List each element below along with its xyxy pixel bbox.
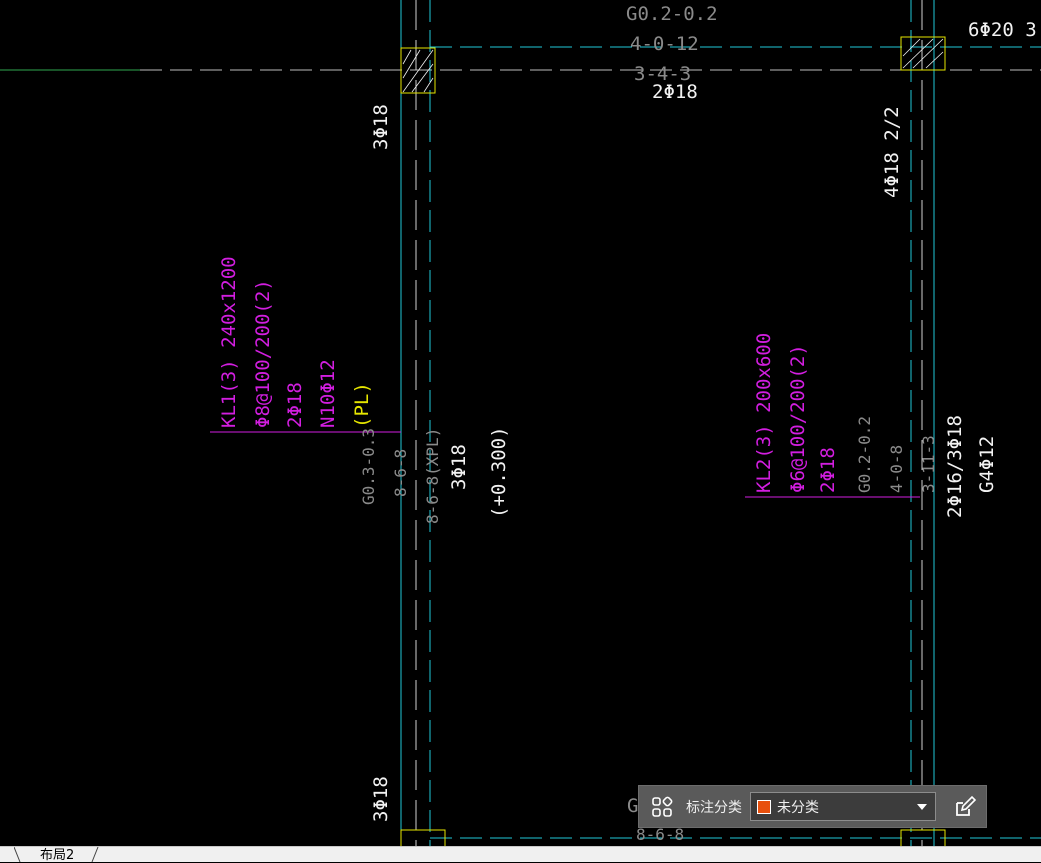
tab-layout2[interactable]: 布局2 — [14, 847, 100, 863]
label-left-3phi18-bottom[interactable]: 3Φ18 — [370, 776, 392, 822]
grid-icon[interactable] — [644, 789, 680, 825]
label-kl1-line1[interactable]: KL1(3) 240x1200 — [218, 256, 240, 428]
column-top-right[interactable] — [900, 36, 946, 71]
label-kl2-3113[interactable]: 3-11-3 — [919, 435, 938, 493]
drawing-canvas[interactable]: G0.2-0.2 4-0-12 3-4-3 2Φ18 6Φ20 3 G 8-6-… — [0, 0, 1041, 846]
label-kl1-line2[interactable]: Φ8@100/200(2) — [252, 279, 274, 428]
label-mid-3phi18[interactable]: 3Φ18 — [448, 444, 470, 490]
column-hatch-top-right — [902, 38, 944, 69]
label-kl2-right1[interactable]: 2Φ16/3Φ18 — [944, 415, 966, 518]
annotation-category-dropdown[interactable]: 未分类 — [750, 792, 936, 821]
label-kl1-line3[interactable]: 2Φ18 — [284, 382, 306, 428]
layout-tab-bar: 布局2 — [0, 846, 1041, 863]
label-top-right[interactable]: 6Φ20 3 — [968, 19, 1037, 41]
annotation-category-label: 标注分类 — [686, 799, 742, 816]
label-kl1-pl[interactable]: (PL) — [351, 382, 373, 428]
column-hatch-top-left — [402, 49, 434, 93]
label-g868xpl[interactable]: 8-6-8(XPL) — [423, 428, 442, 524]
label-elevation[interactable]: (+0.300) — [488, 426, 510, 518]
chevron-down-icon — [917, 803, 927, 810]
label-g868[interactable]: 8-6-8 — [391, 449, 410, 497]
label-kl2-gq[interactable]: G0.2-0.2 — [855, 416, 874, 493]
label-top-412[interactable]: 4-0-12 — [630, 33, 699, 55]
label-gq03[interactable]: G0.3-0.3 — [359, 428, 378, 505]
label-kl2-line1[interactable]: KL2(3) 200x600 — [753, 333, 775, 493]
label-kl1-line4[interactable]: N10Φ12 — [317, 359, 339, 428]
label-top-gq[interactable]: G0.2-0.2 — [626, 3, 718, 25]
annotation-category-toolbar: 标注分类 未分类 — [638, 785, 987, 828]
category-color-swatch — [757, 799, 771, 814]
tab-layout2-label: 布局2 — [40, 848, 75, 863]
annotation-category-value: 未分类 — [777, 799, 819, 816]
edit-icon[interactable] — [946, 789, 984, 825]
label-right-4phi18[interactable]: 4Φ18 2/2 — [881, 106, 903, 198]
label-kl2-right2[interactable]: G4Φ12 — [976, 436, 998, 493]
label-top-2phi18[interactable]: 2Φ18 — [652, 81, 698, 103]
label-kl2-408[interactable]: 4-0-8 — [887, 445, 906, 493]
label-bottom-g[interactable]: G — [627, 795, 638, 817]
label-left-3phi18-top[interactable]: 3Φ18 — [370, 104, 392, 150]
label-kl2-line3[interactable]: 2Φ18 — [817, 447, 839, 493]
label-kl2-line2[interactable]: Φ6@100/200(2) — [787, 344, 809, 493]
cad-drawing[interactable]: G0.2-0.2 4-0-12 3-4-3 2Φ18 6Φ20 3 G 8-6-… — [0, 0, 1041, 846]
